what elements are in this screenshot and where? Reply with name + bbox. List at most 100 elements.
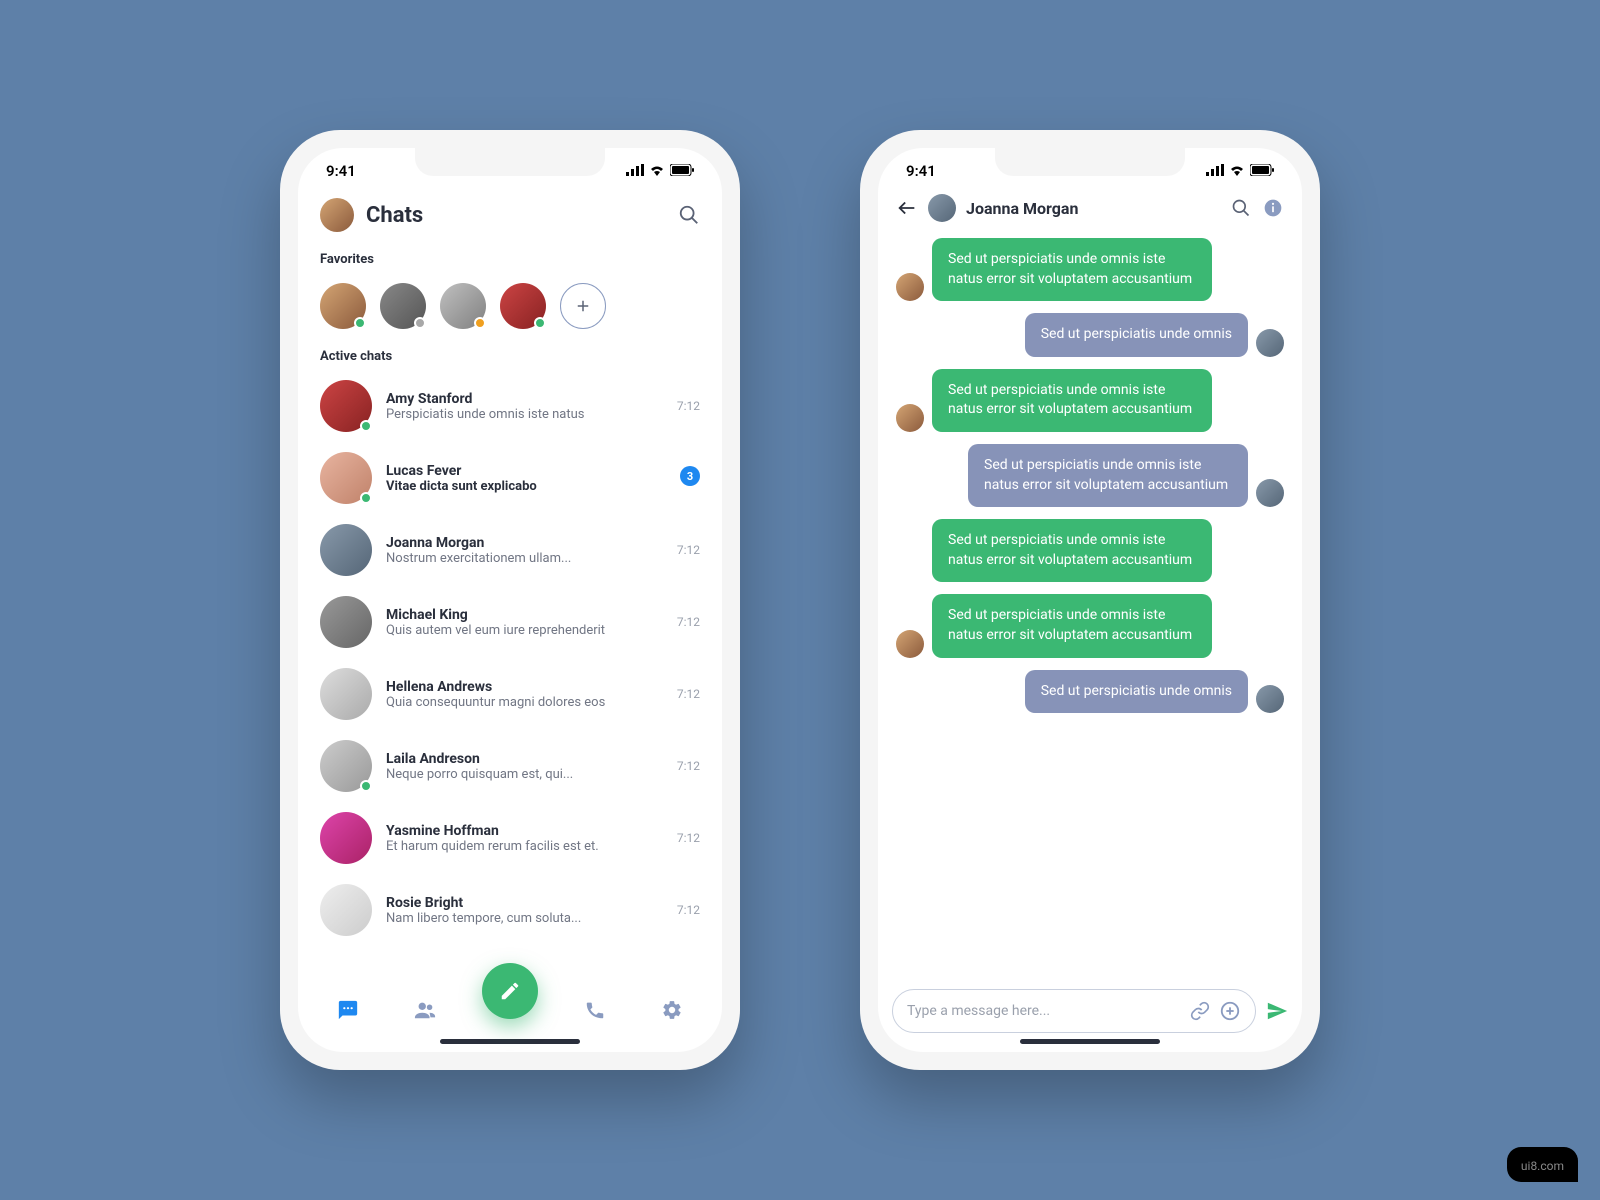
notch	[415, 148, 605, 176]
battery-icon	[670, 162, 694, 180]
tab-settings-icon[interactable]	[661, 999, 683, 1021]
chat-name: Laila Andreson	[386, 751, 663, 767]
message-avatar	[1256, 329, 1284, 357]
chat-preview: Et harum quidem rerum facilis est et.	[386, 839, 663, 854]
chat-row[interactable]: Rosie Bright Nam libero tempore, cum sol…	[298, 874, 722, 946]
message-bubble[interactable]: Sed ut perspiciatis unde omnis iste natu…	[968, 444, 1248, 507]
favorites-row	[298, 273, 722, 343]
favorite-avatar[interactable]	[380, 283, 426, 329]
chat-name: Lucas Fever	[386, 463, 666, 479]
chat-row[interactable]: Amy Stanford Perspiciatis unde omnis ist…	[298, 370, 722, 442]
phone-chats: 9:41 Chats Favorites Active chats Amy St…	[280, 130, 740, 1070]
message-row: Sed ut perspiciatis unde omnis iste natu…	[896, 519, 1284, 582]
favorites-label: Favorites	[298, 246, 722, 273]
chat-preview: Quia consequuntur magni dolores eos	[386, 695, 663, 710]
chat-time: 7:12	[677, 831, 700, 845]
chat-preview: Quis autem vel eum iure reprehenderit	[386, 623, 663, 638]
chat-preview: Nostrum exercitationem ullam...	[386, 551, 663, 566]
chat-name: Rosie Bright	[386, 895, 663, 911]
chat-avatar	[320, 884, 372, 936]
message-row: Sed ut perspiciatis unde omnis iste natu…	[896, 369, 1284, 432]
chat-preview: Perspiciatis unde omnis iste natus	[386, 407, 663, 422]
chat-row[interactable]: Lucas Fever Vitae dicta sunt explicabo 3	[298, 442, 722, 514]
message-bubble[interactable]: Sed ut perspiciatis unde omnis iste natu…	[932, 519, 1212, 582]
notch	[995, 148, 1185, 176]
chat-time: 7:12	[677, 687, 700, 701]
favorite-avatar[interactable]	[440, 283, 486, 329]
chat-time: 7:12	[677, 399, 700, 413]
chat-row[interactable]: Laila Andreson Neque porro quisquam est,…	[298, 730, 722, 802]
unread-badge: 3	[680, 466, 700, 486]
wifi-icon	[649, 162, 665, 180]
watermark: ui8.com	[1507, 1147, 1578, 1182]
chat-preview: Neque porro quisquam est, qui...	[386, 767, 663, 782]
link-icon[interactable]	[1189, 1000, 1211, 1022]
message-row: Sed ut perspiciatis unde omnis iste natu…	[896, 444, 1284, 507]
compose-fab[interactable]	[482, 963, 538, 1019]
chat-name: Amy Stanford	[386, 391, 663, 407]
conversation-title: Joanna Morgan	[966, 199, 1220, 218]
search-icon[interactable]	[1230, 197, 1252, 219]
message-avatar	[1256, 685, 1284, 713]
chat-list: Amy Stanford Perspiciatis unde omnis ist…	[298, 370, 722, 987]
chat-name: Joanna Morgan	[386, 535, 663, 551]
home-indicator[interactable]	[1020, 1039, 1160, 1044]
message-bubble[interactable]: Sed ut perspiciatis unde omnis iste natu…	[932, 369, 1212, 432]
wifi-icon	[1229, 162, 1245, 180]
status-time: 9:41	[326, 162, 356, 180]
chat-row[interactable]: Yasmine Hoffman Et harum quidem rerum fa…	[298, 802, 722, 874]
signal-icon	[1206, 162, 1224, 180]
home-indicator[interactable]	[440, 1039, 580, 1044]
tab-bar	[298, 987, 722, 1039]
back-icon[interactable]	[896, 197, 918, 219]
message-avatar	[896, 273, 924, 301]
message-composer[interactable]	[892, 989, 1256, 1033]
chat-name: Hellena Andrews	[386, 679, 663, 695]
phone-conversation: 9:41 Joanna Morgan Sed ut perspiciatis u…	[860, 130, 1320, 1070]
profile-avatar[interactable]	[320, 198, 354, 232]
chat-avatar	[320, 812, 372, 864]
message-row: Sed ut perspiciatis unde omnis iste natu…	[896, 594, 1284, 657]
message-bubble[interactable]: Sed ut perspiciatis unde omnis	[1025, 670, 1248, 714]
favorite-avatar[interactable]	[500, 283, 546, 329]
chat-avatar	[320, 668, 372, 720]
battery-icon	[1250, 162, 1274, 180]
info-icon[interactable]	[1262, 197, 1284, 219]
tab-contacts-icon[interactable]	[414, 999, 436, 1021]
chat-avatar	[320, 524, 372, 576]
chat-preview: Nam libero tempore, cum soluta...	[386, 911, 663, 926]
send-button[interactable]	[1266, 1000, 1288, 1022]
page-title: Chats	[366, 203, 666, 228]
message-input[interactable]	[907, 1003, 1181, 1019]
chat-row[interactable]: Joanna Morgan Nostrum exercitationem ull…	[298, 514, 722, 586]
chat-time: 7:12	[677, 759, 700, 773]
message-avatar	[1256, 479, 1284, 507]
chat-preview: Vitae dicta sunt explicabo	[386, 479, 666, 494]
message-bubble[interactable]: Sed ut perspiciatis unde omnis iste natu…	[932, 238, 1212, 301]
message-avatar	[896, 630, 924, 658]
chat-time: 7:12	[677, 903, 700, 917]
add-favorite-button[interactable]	[560, 283, 606, 329]
chat-name: Michael King	[386, 607, 663, 623]
tab-calls-icon[interactable]	[584, 999, 606, 1021]
favorite-avatar[interactable]	[320, 283, 366, 329]
chat-row[interactable]: Hellena Andrews Quia consequuntur magni …	[298, 658, 722, 730]
active-chats-label: Active chats	[298, 343, 722, 370]
chat-time: 7:12	[677, 543, 700, 557]
tab-chats-icon[interactable]	[337, 999, 359, 1021]
status-time: 9:41	[906, 162, 936, 180]
contact-avatar[interactable]	[928, 194, 956, 222]
message-bubble[interactable]: Sed ut perspiciatis unde omnis	[1025, 313, 1248, 357]
message-bubble[interactable]: Sed ut perspiciatis unde omnis iste natu…	[932, 594, 1212, 657]
signal-icon	[626, 162, 644, 180]
message-row: Sed ut perspiciatis unde omnis iste natu…	[896, 238, 1284, 301]
chat-avatar	[320, 596, 372, 648]
chat-name: Yasmine Hoffman	[386, 823, 663, 839]
add-icon[interactable]	[1219, 1000, 1241, 1022]
message-row: Sed ut perspiciatis unde omnis	[896, 670, 1284, 714]
message-avatar	[896, 404, 924, 432]
search-icon[interactable]	[678, 204, 700, 226]
message-row: Sed ut perspiciatis unde omnis	[896, 313, 1284, 357]
chat-row[interactable]: Michael King Quis autem vel eum iure rep…	[298, 586, 722, 658]
chat-time: 7:12	[677, 615, 700, 629]
